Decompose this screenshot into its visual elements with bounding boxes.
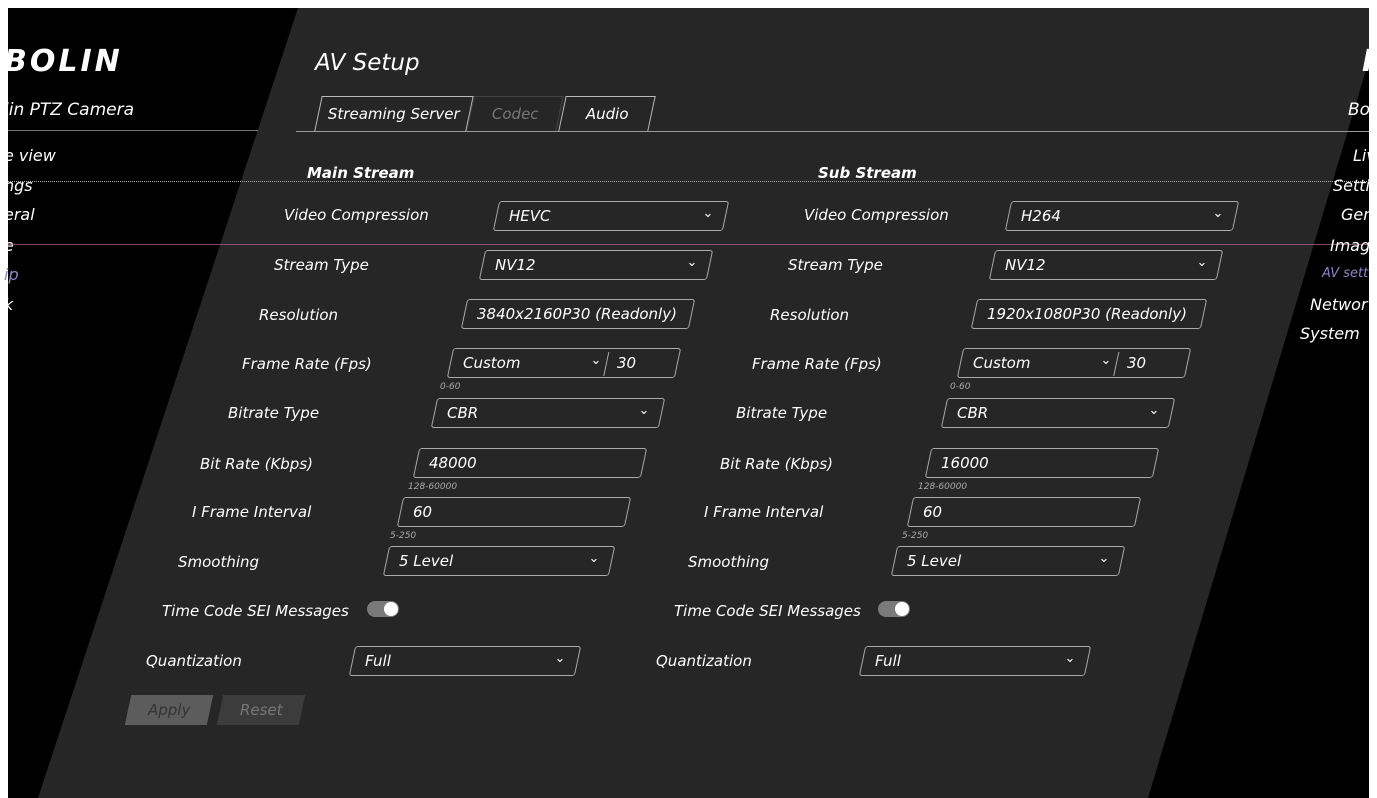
main-timecode-toggle[interactable]: [367, 601, 399, 617]
main-video-compression-label: Video Compression: [284, 206, 429, 224]
nav-network-right[interactable]: Networ: [1310, 295, 1368, 314]
sub-stream-title: Sub Stream: [818, 164, 917, 182]
sub-stream-type-label: Stream Type: [788, 256, 883, 274]
sub-resolution-label: Resolution: [770, 306, 850, 324]
divider: [8, 130, 258, 131]
nav-live-view[interactable]: e view: [4, 146, 56, 165]
main-smoothing-label: Smoothing: [178, 553, 260, 571]
main-bitrate-type-label: Bitrate Type: [228, 404, 320, 422]
chevron-down-icon: ⌄: [638, 403, 650, 418]
sub-frame-rate-label: Frame Rate (Fps): [752, 355, 882, 373]
sub-timecode-label: Time Code SEI Messages: [674, 602, 861, 620]
chevron-down-icon: ⌄: [1064, 651, 1076, 666]
main-frame-rate-control[interactable]: Custom ⌄ 30: [446, 348, 682, 378]
divider: [8, 181, 1369, 182]
sub-i-frame-input[interactable]: 60: [906, 497, 1142, 527]
sub-bit-rate-label: Bit Rate (Kbps): [720, 455, 833, 473]
divider: [8, 244, 1369, 245]
camera-title: lin PTZ Camera: [4, 100, 135, 120]
brand-logo-right: I: [1362, 44, 1374, 79]
main-bit-rate-input[interactable]: 48000: [412, 448, 648, 478]
sub-bitrate-type-select[interactable]: CBR ⌄: [940, 398, 1176, 428]
toggle-knob: [384, 602, 398, 616]
tab-streaming-server[interactable]: Streaming Server: [314, 96, 474, 131]
chevron-down-icon: ⌄: [1098, 551, 1110, 566]
main-stream-title: Main Stream: [307, 164, 415, 182]
sub-frame-rate-control[interactable]: Custom ⌄ 30: [956, 348, 1192, 378]
nav-image-right[interactable]: Image: [1330, 236, 1377, 255]
chevron-down-icon: ⌄: [702, 206, 714, 221]
tab-codec[interactable]: Codec: [466, 96, 564, 131]
nav-live-right[interactable]: Live: [1353, 146, 1377, 165]
chevron-down-icon: ⌄: [588, 551, 600, 566]
sub-quantization-label: Quantization: [656, 652, 752, 670]
sub-resolution-field[interactable]: 1920x1080P30 (Readonly): [970, 299, 1208, 329]
sub-video-compression-select[interactable]: H264 ⌄: [1004, 201, 1240, 231]
chevron-down-icon: ⌄: [1100, 353, 1112, 368]
main-i-frame-label: I Frame Interval: [192, 503, 312, 521]
main-frame-rate-label: Frame Rate (Fps): [242, 355, 372, 373]
sub-quantization-select[interactable]: Full ⌄: [858, 646, 1092, 676]
main-bit-rate-hint: 128-60000: [408, 482, 458, 492]
reset-button[interactable]: Reset: [216, 695, 306, 725]
sub-frame-rate-input[interactable]: 30: [1127, 354, 1146, 372]
brand-logo: BOLIN: [4, 44, 123, 79]
chevron-down-icon: ⌄: [1196, 255, 1208, 270]
sub-i-frame-label: I Frame Interval: [704, 503, 824, 521]
main-bit-rate-label: Bit Rate (Kbps): [200, 455, 313, 473]
camera-title-right: Bo: [1348, 100, 1371, 120]
sub-smoothing-select[interactable]: 5 Level ⌄: [890, 546, 1126, 576]
sub-stream-type-select[interactable]: NV12 ⌄: [988, 250, 1224, 280]
nav-system-right[interactable]: System: [1300, 324, 1360, 343]
sub-bit-rate-input[interactable]: 16000: [924, 448, 1160, 478]
main-quantization-select[interactable]: Full ⌄: [348, 646, 582, 676]
nav-settings-right[interactable]: Setti: [1333, 176, 1370, 195]
main-bitrate-type-select[interactable]: CBR ⌄: [430, 398, 666, 428]
sub-video-compression-label: Video Compression: [804, 206, 949, 224]
tabs-divider: [296, 131, 1369, 132]
chevron-down-icon: ⌄: [590, 353, 602, 368]
nav-general-right[interactable]: Gen: [1341, 205, 1373, 224]
nav-settings[interactable]: ngs: [4, 176, 33, 195]
main-quantization-label: Quantization: [146, 652, 242, 670]
main-video-compression-select[interactable]: HEVC ⌄: [492, 201, 730, 231]
nav-network[interactable]: k: [4, 295, 13, 314]
nav-image[interactable]: e: [4, 236, 14, 255]
sub-smoothing-label: Smoothing: [688, 553, 770, 571]
main-frame-rate-hint: 0-60: [440, 382, 461, 392]
sub-bit-rate-hint: 128-60000: [918, 482, 968, 492]
main-resolution-field[interactable]: 3840x2160P30 (Readonly): [460, 299, 696, 329]
apply-button[interactable]: Apply: [124, 695, 214, 725]
sub-frame-rate-hint: 0-60: [950, 382, 971, 392]
nav-av-right[interactable]: AV sett: [1322, 266, 1368, 281]
main-i-frame-input[interactable]: 60: [396, 497, 632, 527]
chevron-down-icon: ⌄: [554, 651, 566, 666]
chevron-down-icon: ⌄: [1148, 403, 1160, 418]
chevron-down-icon: ⌄: [686, 255, 698, 270]
nav-av-setup[interactable]: ip: [4, 265, 19, 284]
main-resolution-label: Resolution: [259, 306, 339, 324]
sub-i-frame-hint: 5-250: [902, 531, 929, 541]
main-i-frame-hint: 5-250: [390, 531, 417, 541]
main-timecode-label: Time Code SEI Messages: [162, 602, 349, 620]
main-smoothing-select[interactable]: 5 Level ⌄: [382, 546, 616, 576]
sub-bitrate-type-label: Bitrate Type: [736, 404, 828, 422]
sub-timecode-toggle[interactable]: [878, 601, 910, 617]
main-frame-rate-input[interactable]: 30: [617, 354, 636, 372]
main-stream-type-select[interactable]: NV12 ⌄: [478, 250, 714, 280]
nav-general[interactable]: eral: [4, 205, 35, 224]
main-stream-type-label: Stream Type: [274, 256, 369, 274]
chevron-down-icon: ⌄: [1212, 206, 1224, 221]
tab-audio[interactable]: Audio: [558, 96, 656, 131]
page-title: AV Setup: [315, 50, 420, 76]
toggle-knob: [895, 602, 909, 616]
